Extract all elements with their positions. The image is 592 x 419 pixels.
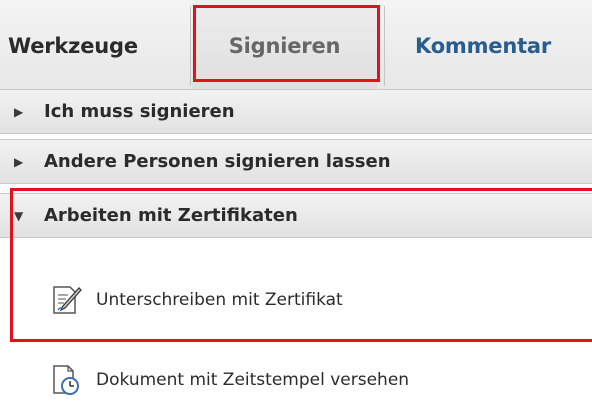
tab-werkzeuge[interactable]: Werkzeuge xyxy=(0,0,198,92)
tab-werkzeuge-label: Werkzeuge xyxy=(8,34,138,58)
tab-bar: Werkzeuge Signieren Kommentar xyxy=(0,0,592,94)
expanded-arrow-icon: ▼ xyxy=(14,208,24,223)
timestamp-document-icon xyxy=(50,364,82,396)
item-dokument-mit-zeitstempel[interactable]: Dokument mit Zeitstempel versehen xyxy=(0,352,592,408)
tab-signieren-label: Signieren xyxy=(228,34,341,58)
section-ich-muss-signieren[interactable]: ▶ Ich muss signieren xyxy=(0,89,592,134)
section-label: Ich muss signieren xyxy=(44,101,235,122)
tab-divider xyxy=(190,6,191,86)
section-arbeiten-mit-zertifikaten[interactable]: ▼ Arbeiten mit Zertifikaten xyxy=(0,193,592,238)
tab-divider xyxy=(384,6,385,86)
section-label: Arbeiten mit Zertifikaten xyxy=(44,205,298,226)
collapsed-arrow-icon: ▶ xyxy=(14,154,24,169)
tab-kommentar[interactable]: Kommentar xyxy=(389,0,592,92)
tab-signieren[interactable]: Signieren xyxy=(192,0,377,92)
item-unterschreiben-mit-zertifikat[interactable]: Unterschreiben mit Zertifikat xyxy=(0,272,592,328)
sign-document-icon xyxy=(50,284,82,316)
item-label: Unterschreiben mit Zertifikat xyxy=(96,290,343,310)
item-label: Dokument mit Zeitstempel versehen xyxy=(96,370,410,390)
collapsed-arrow-icon: ▶ xyxy=(14,104,24,119)
tab-kommentar-label: Kommentar xyxy=(415,34,552,58)
section-label: Andere Personen signieren lassen xyxy=(44,151,391,172)
section-andere-personen[interactable]: ▶ Andere Personen signieren lassen xyxy=(0,139,592,184)
